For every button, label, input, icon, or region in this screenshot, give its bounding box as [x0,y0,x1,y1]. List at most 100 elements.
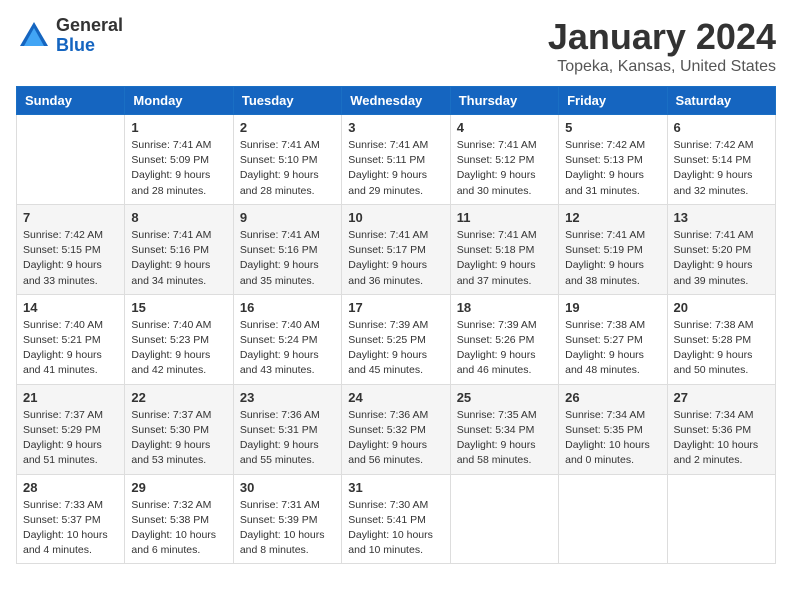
cell-sun-info: Sunrise: 7:41 AM Sunset: 5:10 PM Dayligh… [240,138,335,199]
calendar-day-cell: 19 Sunrise: 7:38 AM Sunset: 5:27 PM Dayli… [559,294,667,384]
cell-sun-info: Sunrise: 7:38 AM Sunset: 5:27 PM Dayligh… [565,318,660,379]
day-number: 22 [131,390,226,405]
weekday-header-sunday: Sunday [17,87,125,115]
title-area: January 2024 Topeka, Kansas, United Stat… [548,16,776,76]
month-title: January 2024 [548,16,776,58]
calendar-day-cell: 13Sunrise: 7:41 AM Sunset: 5:20 PM Dayli… [667,204,775,294]
cell-sun-info: Sunrise: 7:32 AM Sunset: 5:38 PM Dayligh… [131,498,226,559]
page-header: General Blue January 2024 Topeka, Kansas… [16,16,776,76]
cell-sun-info: Sunrise: 7:37 AM Sunset: 5:30 PM Dayligh… [131,408,226,469]
calendar-week-row: 21Sunrise: 7:37 AM Sunset: 5:29 PM Dayli… [17,384,776,474]
day-number: 23 [240,390,335,405]
day-number: 27 [674,390,769,405]
day-number: 15 [131,300,226,315]
cell-sun-info: Sunrise: 7:41 AM Sunset: 5:19 PM Dayligh… [565,228,660,289]
empty-cell [559,474,667,564]
calendar-day-cell: 11 Sunrise: 7:41 AM Sunset: 5:18 PM Dayli… [450,204,558,294]
day-number: 20 [674,300,769,315]
day-number: 5 [565,120,660,135]
calendar-day-cell: 6 Sunrise: 7:42 AM Sunset: 5:14 PM Daylig… [667,115,775,205]
day-number: 25 [457,390,552,405]
logo-general-text: General [56,16,123,36]
day-number: 19 [565,300,660,315]
calendar-day-cell: 10 Sunrise: 7:41 AM Sunset: 5:17 PM Dayli… [342,204,450,294]
cell-sun-info: Sunrise: 7:38 AM Sunset: 5:28 PM Dayligh… [674,318,769,379]
calendar-day-cell: 31 Sunrise: 7:30 AM Sunset: 5:41 PM Dayli… [342,474,450,564]
day-number: 11 [457,210,552,225]
cell-sun-info: Sunrise: 7:41 AM Sunset: 5:16 PM Dayligh… [131,228,226,289]
calendar-day-cell: 3Sunrise: 7:41 AM Sunset: 5:11 PM Daylig… [342,115,450,205]
calendar-day-cell: 30Sunrise: 7:31 AM Sunset: 5:39 PM Dayli… [233,474,341,564]
cell-sun-info: Sunrise: 7:41 AM Sunset: 5:11 PM Dayligh… [348,138,443,199]
cell-sun-info: Sunrise: 7:42 AM Sunset: 5:14 PM Dayligh… [674,138,769,199]
day-number: 14 [23,300,118,315]
cell-sun-info: Sunrise: 7:40 AM Sunset: 5:21 PM Dayligh… [23,318,118,379]
logo-blue-text: Blue [56,36,123,56]
cell-sun-info: Sunrise: 7:41 AM Sunset: 5:17 PM Dayligh… [348,228,443,289]
calendar-day-cell: 17 Sunrise: 7:39 AM Sunset: 5:25 PM Dayli… [342,294,450,384]
cell-sun-info: Sunrise: 7:36 AM Sunset: 5:31 PM Dayligh… [240,408,335,469]
calendar-day-cell: 15 Sunrise: 7:40 AM Sunset: 5:23 PM Dayli… [125,294,233,384]
logo: General Blue [16,16,123,56]
cell-sun-info: Sunrise: 7:33 AM Sunset: 5:37 PM Dayligh… [23,498,118,559]
location-title: Topeka, Kansas, United States [548,58,776,76]
day-number: 28 [23,480,118,495]
calendar-day-cell: 12 Sunrise: 7:41 AM Sunset: 5:19 PM Dayli… [559,204,667,294]
cell-sun-info: Sunrise: 7:40 AM Sunset: 5:24 PM Dayligh… [240,318,335,379]
cell-sun-info: Sunrise: 7:41 AM Sunset: 5:09 PM Dayligh… [131,138,226,199]
day-number: 8 [131,210,226,225]
calendar-week-row: 7Sunrise: 7:42 AM Sunset: 5:15 PM Daylig… [17,204,776,294]
calendar-day-cell: 18Sunrise: 7:39 AM Sunset: 5:26 PM Dayli… [450,294,558,384]
calendar-day-cell: 8 Sunrise: 7:41 AM Sunset: 5:16 PM Daylig… [125,204,233,294]
cell-sun-info: Sunrise: 7:40 AM Sunset: 5:23 PM Dayligh… [131,318,226,379]
weekday-header-saturday: Saturday [667,87,775,115]
calendar-day-cell: 27 Sunrise: 7:34 AM Sunset: 5:36 PM Dayli… [667,384,775,474]
day-number: 10 [348,210,443,225]
day-number: 26 [565,390,660,405]
weekday-header-thursday: Thursday [450,87,558,115]
calendar-week-row: 14 Sunrise: 7:40 AM Sunset: 5:21 PM Dayli… [17,294,776,384]
day-number: 12 [565,210,660,225]
calendar-day-cell: 24Sunrise: 7:36 AM Sunset: 5:32 PM Dayli… [342,384,450,474]
cell-sun-info: Sunrise: 7:42 AM Sunset: 5:15 PM Dayligh… [23,228,118,289]
cell-sun-info: Sunrise: 7:41 AM Sunset: 5:16 PM Dayligh… [240,228,335,289]
empty-cell [667,474,775,564]
weekday-header-row: SundayMondayTuesdayWednesdayThursdayFrid… [17,87,776,115]
calendar-day-cell: 26 Sunrise: 7:34 AM Sunset: 5:35 PM Dayli… [559,384,667,474]
calendar-day-cell: 7Sunrise: 7:42 AM Sunset: 5:15 PM Daylig… [17,204,125,294]
day-number: 17 [348,300,443,315]
day-number: 9 [240,210,335,225]
day-number: 31 [348,480,443,495]
cell-sun-info: Sunrise: 7:30 AM Sunset: 5:41 PM Dayligh… [348,498,443,559]
calendar-day-cell: 14 Sunrise: 7:40 AM Sunset: 5:21 PM Dayli… [17,294,125,384]
day-number: 16 [240,300,335,315]
weekday-header-tuesday: Tuesday [233,87,341,115]
calendar-day-cell: 21Sunrise: 7:37 AM Sunset: 5:29 PM Dayli… [17,384,125,474]
cell-sun-info: Sunrise: 7:39 AM Sunset: 5:26 PM Dayligh… [457,318,552,379]
cell-sun-info: Sunrise: 7:41 AM Sunset: 5:20 PM Dayligh… [674,228,769,289]
calendar-day-cell: 9 Sunrise: 7:41 AM Sunset: 5:16 PM Daylig… [233,204,341,294]
cell-sun-info: Sunrise: 7:39 AM Sunset: 5:25 PM Dayligh… [348,318,443,379]
day-number: 2 [240,120,335,135]
calendar-day-cell: 25 Sunrise: 7:35 AM Sunset: 5:34 PM Dayli… [450,384,558,474]
calendar-week-row: 1Sunrise: 7:41 AM Sunset: 5:09 PM Daylig… [17,115,776,205]
cell-sun-info: Sunrise: 7:35 AM Sunset: 5:34 PM Dayligh… [457,408,552,469]
empty-cell [17,115,125,205]
calendar-day-cell: 23 Sunrise: 7:36 AM Sunset: 5:31 PM Dayli… [233,384,341,474]
cell-sun-info: Sunrise: 7:34 AM Sunset: 5:35 PM Dayligh… [565,408,660,469]
day-number: 4 [457,120,552,135]
calendar-day-cell: 28 Sunrise: 7:33 AM Sunset: 5:37 PM Dayli… [17,474,125,564]
cell-sun-info: Sunrise: 7:41 AM Sunset: 5:18 PM Dayligh… [457,228,552,289]
cell-sun-info: Sunrise: 7:42 AM Sunset: 5:13 PM Dayligh… [565,138,660,199]
cell-sun-info: Sunrise: 7:31 AM Sunset: 5:39 PM Dayligh… [240,498,335,559]
calendar-week-row: 28 Sunrise: 7:33 AM Sunset: 5:37 PM Dayli… [17,474,776,564]
logo-icon [16,18,52,54]
calendar-day-cell: 5 Sunrise: 7:42 AM Sunset: 5:13 PM Daylig… [559,115,667,205]
calendar-day-cell: 29 Sunrise: 7:32 AM Sunset: 5:38 PM Dayli… [125,474,233,564]
calendar-day-cell: 22 Sunrise: 7:37 AM Sunset: 5:30 PM Dayli… [125,384,233,474]
weekday-header-friday: Friday [559,87,667,115]
day-number: 29 [131,480,226,495]
cell-sun-info: Sunrise: 7:41 AM Sunset: 5:12 PM Dayligh… [457,138,552,199]
day-number: 6 [674,120,769,135]
cell-sun-info: Sunrise: 7:34 AM Sunset: 5:36 PM Dayligh… [674,408,769,469]
